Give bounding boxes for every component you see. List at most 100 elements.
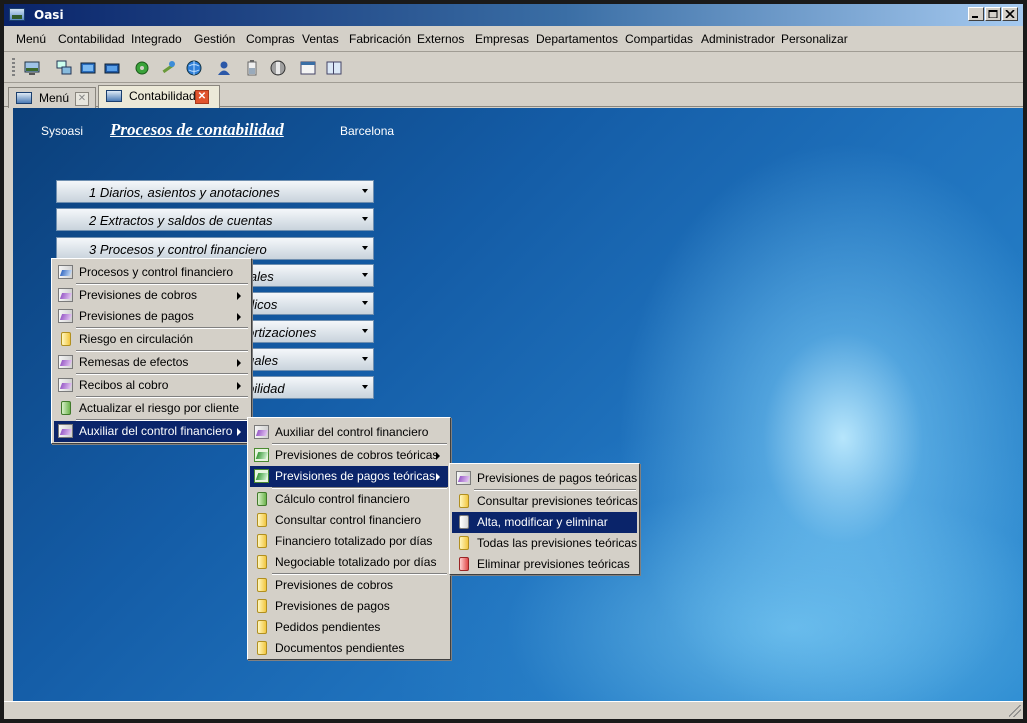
chevron-down-icon	[362, 329, 368, 333]
menu-item-label: Pedidos pendientes	[275, 620, 381, 634]
menu-item-label: Cálculo control financiero	[275, 492, 410, 506]
menu-item[interactable]: Actualizar el riesgo por cliente	[54, 398, 249, 419]
menu-item[interactable]: Todas las previsiones teóricas	[452, 533, 637, 554]
menu-item[interactable]: Previsiones de pagos teóricas	[452, 468, 637, 489]
menu-item-label: Auxiliar del control financiero	[79, 424, 233, 438]
menu-menu[interactable]: Menú	[16, 32, 46, 46]
menu-item-label: Recibos al cobro	[79, 378, 169, 392]
status-bar	[4, 701, 1023, 719]
submenu-arrow-icon	[237, 428, 241, 436]
tab-strip: Menú ✕ Contabilidad ✕	[4, 84, 1023, 108]
battery-icon[interactable]	[244, 60, 260, 76]
menu-item[interactable]: Alta, modificar y eliminar	[452, 512, 637, 533]
monitor-icon[interactable]	[80, 60, 96, 76]
menu-item[interactable]: Previsiones de cobros	[54, 285, 249, 306]
menu-item[interactable]: Previsiones de pagos	[250, 596, 448, 617]
blue-document-icon	[58, 265, 73, 279]
submenu-arrow-icon	[237, 292, 241, 300]
menu-item[interactable]: Auxiliar del control financiero	[250, 422, 448, 443]
purple-document-icon	[58, 309, 73, 323]
section-button-1[interactable]: 1 Diarios, asientos y anotaciones	[56, 180, 374, 203]
menu-administrador[interactable]: Administrador	[701, 32, 775, 46]
toolbar-grip[interactable]	[12, 58, 15, 78]
tab-contabilidad[interactable]: Contabilidad ✕	[98, 85, 220, 108]
maximize-button[interactable]	[985, 7, 1001, 21]
window-title: Oasi	[34, 8, 64, 22]
menu-item[interactable]: Procesos y control financiero	[54, 262, 249, 283]
menu-externos[interactable]: Externos	[417, 32, 464, 46]
window-split-icon[interactable]	[326, 60, 342, 76]
menu-item-label: Eliminar previsiones teóricas	[477, 557, 630, 571]
menu-item-label: Todas las previsiones teóricas	[477, 536, 638, 550]
close-tab-icon[interactable]: ✕	[75, 92, 89, 106]
menu-item[interactable]: Consultar control financiero	[250, 510, 448, 531]
menu-item-label: Previsiones de pagos teóricas	[275, 469, 436, 483]
menu-separator	[474, 489, 636, 491]
popup-menu-pagos-teoricas: Previsiones de pagos teóricas Consultar p…	[449, 463, 640, 575]
window-icon[interactable]	[300, 60, 316, 76]
gear-green-icon[interactable]	[134, 60, 150, 76]
menu-item[interactable]: Riesgo en circulación	[54, 329, 249, 350]
page-title[interactable]: Procesos de contabilidad	[110, 120, 284, 140]
menu-item[interactable]: Recibos al cobro	[54, 375, 249, 396]
menu-item[interactable]: Pedidos pendientes	[250, 617, 448, 638]
menu-item-label: Consultar previsiones teóricas	[477, 494, 638, 508]
menu-item[interactable]: Negociable totalizado por días	[250, 552, 448, 573]
menu-compartidas[interactable]: Compartidas	[625, 32, 693, 46]
menu-empresas[interactable]: Empresas	[475, 32, 529, 46]
menu-ventas[interactable]: Ventas	[302, 32, 339, 46]
minimize-button[interactable]	[968, 7, 984, 21]
popup-menu-procesos: Procesos y control financiero Previsiones…	[51, 258, 252, 444]
close-tab-icon[interactable]: ✕	[195, 90, 209, 104]
menu-separator	[272, 573, 447, 575]
menu-item-label: Auxiliar del control financiero	[275, 425, 429, 439]
menu-item[interactable]: Documentos pendientes	[250, 638, 448, 659]
tab-menu[interactable]: Menú ✕	[8, 87, 96, 108]
yellow-document-icon	[257, 578, 267, 592]
menu-item-label: Previsiones de cobros	[275, 578, 394, 592]
red-document-icon	[459, 557, 469, 571]
menu-item[interactable]: Previsiones de cobros teóricas	[250, 445, 448, 466]
menu-fabricacion[interactable]: Fabricación	[349, 32, 411, 46]
yellow-document-icon	[459, 536, 469, 550]
user-icon[interactable]	[216, 60, 232, 76]
network-icon[interactable]	[56, 60, 72, 76]
menu-item[interactable]: Financiero totalizado por días	[250, 531, 448, 552]
menu-item[interactable]: Previsiones de cobros	[250, 575, 448, 596]
purple-document-icon	[58, 288, 73, 302]
menu-personalizar[interactable]: Personalizar	[781, 32, 848, 46]
purple-document-icon	[58, 355, 73, 369]
menu-separator	[76, 283, 248, 285]
menu-departamentos[interactable]: Departamentos	[536, 32, 618, 46]
menu-gestion[interactable]: Gestión	[194, 32, 235, 46]
close-button[interactable]	[1002, 7, 1018, 21]
menu-integrado[interactable]: Integrado	[131, 32, 182, 46]
section-button-2[interactable]: 2 Extractos y saldos de cuentas	[56, 208, 374, 231]
section-label: 3 Procesos y control financiero	[89, 242, 267, 257]
globe-icon[interactable]	[186, 60, 202, 76]
menu-item[interactable]: Consultar previsiones teóricas	[452, 491, 638, 512]
menu-contabilidad[interactable]: Contabilidad	[58, 32, 125, 46]
section-button-3[interactable]: 3 Procesos y control financiero	[56, 237, 374, 260]
menu-item[interactable]: Remesas de efectos	[54, 352, 249, 373]
desktop-icon	[16, 92, 32, 104]
purple-document-icon	[456, 471, 471, 485]
monitor-alt-icon[interactable]	[104, 60, 120, 76]
desktop-icon[interactable]	[24, 60, 40, 76]
menu-item-label: Remesas de efectos	[79, 355, 189, 369]
menu-item[interactable]: Eliminar previsiones teóricas	[452, 554, 637, 575]
menu-item[interactable]: Previsiones de pagos	[54, 306, 249, 327]
menu-item[interactable]: Cálculo control financiero	[250, 489, 448, 510]
title-bar[interactable]: Oasi	[4, 4, 1023, 26]
menu-compras[interactable]: Compras	[246, 32, 295, 46]
tab-label: Menú	[39, 91, 70, 105]
menu-item[interactable]: Previsiones de pagos teóricas	[250, 466, 448, 487]
menu-item-label: Alta, modificar y eliminar	[477, 515, 608, 529]
disk-icon[interactable]	[270, 60, 286, 76]
white-document-icon	[459, 515, 469, 529]
app-icon	[9, 8, 25, 21]
menu-item[interactable]: Auxiliar del control financiero	[54, 421, 249, 442]
menu-item-label: Previsiones de cobros	[79, 288, 198, 302]
resize-grip-icon[interactable]	[1009, 705, 1021, 717]
tools-icon[interactable]	[160, 60, 176, 76]
